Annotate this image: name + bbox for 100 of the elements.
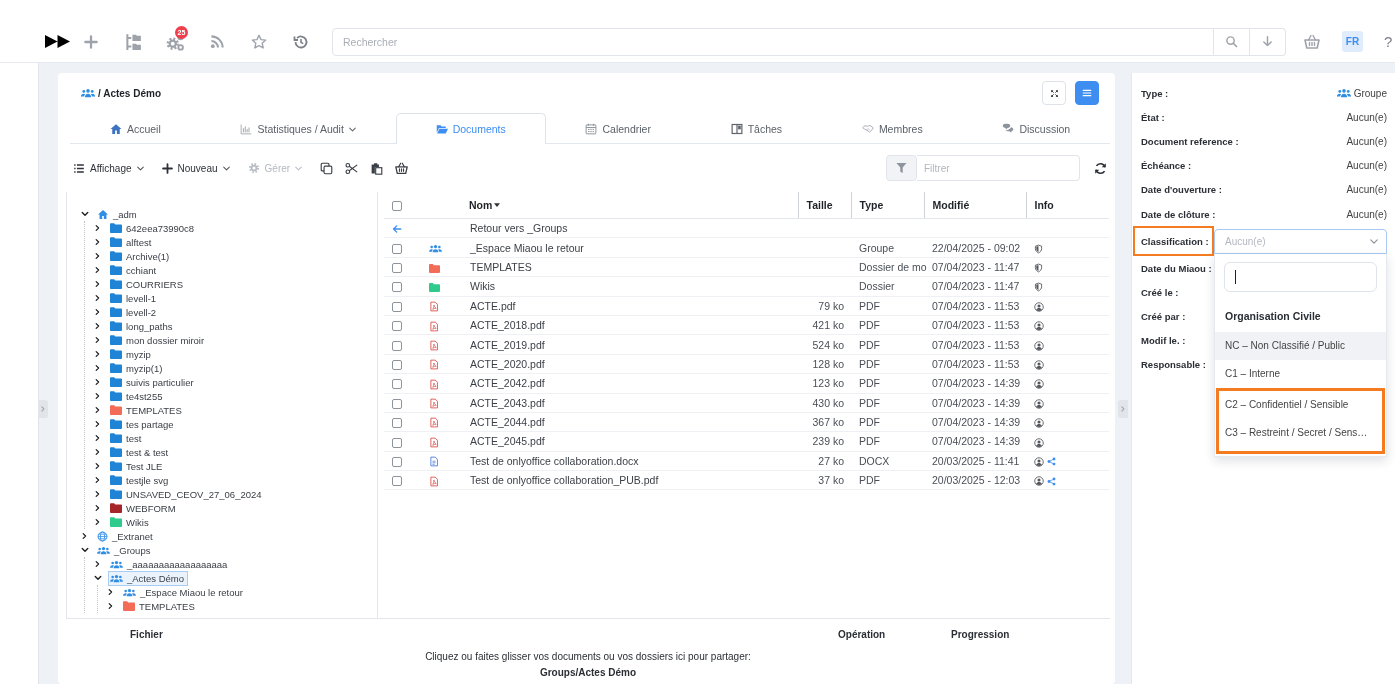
column-header[interactable]: Modifié [932, 199, 970, 211]
tree-item[interactable]: test [108, 430, 146, 446]
tree-item[interactable]: _aaaaaaaaaaaaaaaaaa [108, 556, 232, 572]
copy-button[interactable] [320, 161, 334, 175]
help-button[interactable]: ? [1384, 33, 1393, 50]
tree-item[interactable]: Archive(1) [108, 248, 174, 264]
file-name[interactable]: ACTE_2019.pdf [470, 338, 545, 351]
tree-item[interactable]: _Groups [95, 542, 155, 558]
chevron-right-icon[interactable] [94, 308, 101, 316]
tree-item[interactable]: myzip [108, 346, 155, 362]
fullscreen-button[interactable] [1042, 81, 1066, 105]
file-name[interactable]: Test de onlyoffice collaboration_PUB.pdf [470, 474, 659, 487]
tree-item[interactable]: 642eea73990c8 [108, 220, 199, 236]
checkbox[interactable] [392, 340, 402, 351]
chevron-right-icon[interactable] [94, 518, 101, 526]
checkbox[interactable] [392, 360, 402, 371]
tree-item[interactable]: _adm [95, 206, 141, 222]
chevron-right-icon[interactable] [94, 476, 101, 484]
file-name[interactable]: Test de onlyoffice collaboration.docx [470, 454, 639, 467]
basket-button[interactable] [395, 161, 409, 175]
checkbox[interactable] [392, 201, 402, 212]
collapse-handle[interactable] [1118, 400, 1128, 418]
file-name[interactable]: ACTE_2020.pdf [470, 357, 545, 370]
chevron-right-icon[interactable] [107, 588, 114, 596]
refresh-button[interactable] [1094, 161, 1107, 175]
column-header[interactable]: Type [859, 199, 884, 211]
dropdown-option[interactable]: C2 – Confidentiel / Sensible [1219, 390, 1382, 419]
chevron-right-icon[interactable] [94, 350, 101, 358]
chevron-right-icon[interactable] [94, 462, 101, 470]
chevron-right-icon[interactable] [107, 602, 114, 610]
tree-item[interactable]: long_paths [108, 318, 177, 334]
tab[interactable]: Membres [822, 113, 963, 144]
collapse-handle[interactable] [38, 400, 48, 418]
chevron-right-icon[interactable] [94, 224, 101, 232]
tree-item[interactable]: _Espace Miaou le retour [121, 584, 247, 600]
dropdown-search-field[interactable] [1224, 261, 1377, 292]
chevron-down-icon[interactable] [94, 574, 102, 582]
file-name[interactable]: ACTE_2045.pdf [470, 435, 545, 448]
chevron-right-icon[interactable] [94, 448, 101, 456]
file-name[interactable]: _Espace Miaou le retour [470, 241, 584, 254]
file-name[interactable]: ACTE_2018.pdf [470, 319, 545, 332]
tab[interactable]: Tâches [690, 113, 822, 144]
tree-item[interactable]: TEMPLATES [121, 598, 199, 614]
tree-item[interactable]: Wikis [108, 514, 153, 530]
filter-field[interactable]: Filtrer [917, 155, 1080, 181]
menu-button[interactable] [1075, 81, 1099, 105]
tab[interactable]: Statistiques / Audit [200, 113, 396, 144]
toolbar-menu-button[interactable]: Affichage [73, 162, 144, 174]
chevron-right-icon[interactable] [94, 406, 101, 414]
chevron-right-icon[interactable] [94, 490, 101, 498]
tree-item[interactable]: levell-2 [108, 304, 161, 320]
chevron-right-icon[interactable] [94, 560, 101, 568]
tree-item[interactable]: UNSAVED_CEOV_27_06_2024 [108, 486, 266, 502]
column-header[interactable]: Info [1034, 199, 1054, 211]
chevron-right-icon[interactable] [94, 504, 101, 512]
tree-item[interactable]: _Actes Démo [108, 570, 189, 586]
file-name[interactable]: TEMPLATES [470, 260, 532, 273]
tree-item[interactable]: alftest [108, 234, 156, 250]
chevron-right-icon[interactable] [94, 294, 101, 302]
tree-item[interactable]: myzip(1) [108, 360, 167, 376]
toolbar-menu-button[interactable]: Nouveau [161, 162, 230, 174]
chevron-right-icon[interactable] [94, 336, 101, 344]
column-header[interactable]: Nom [469, 199, 493, 211]
dropdown-option[interactable]: C1 – Interne [1215, 359, 1386, 388]
checkbox[interactable] [392, 321, 402, 332]
chevron-right-icon[interactable] [94, 392, 101, 400]
search-field[interactable]: Rechercher [332, 27, 1214, 56]
chevron-right-icon[interactable] [81, 532, 88, 540]
checkbox[interactable] [392, 476, 402, 487]
file-name[interactable]: ACTE_2043.pdf [470, 396, 545, 409]
checkbox[interactable] [392, 437, 402, 448]
chevron-right-icon[interactable] [94, 364, 101, 372]
tree-item[interactable]: cchiant [108, 262, 161, 278]
chevron-down-icon[interactable] [81, 210, 89, 218]
tree-item[interactable]: testjle svg [108, 472, 173, 488]
tab[interactable]: Documents [395, 113, 546, 144]
tree-item[interactable]: levell-1 [108, 290, 161, 306]
tab[interactable]: Accueil [70, 113, 201, 144]
tab[interactable]: Discussion [962, 113, 1111, 144]
chevron-right-icon[interactable] [94, 280, 101, 288]
tree-item[interactable]: tes partage [108, 416, 178, 432]
file-name[interactable]: Wikis [470, 280, 496, 293]
checkbox[interactable] [392, 398, 402, 409]
dropdown-option[interactable]: C3 – Restreint / Secret / Sens… [1219, 418, 1382, 447]
chevron-right-icon[interactable] [94, 266, 101, 274]
dropdown-option[interactable]: NC – Non Classifié / Public [1215, 331, 1386, 360]
tree-item[interactable]: TEMPLATES [108, 402, 186, 418]
file-name[interactable]: ACTE_2042.pdf [470, 377, 545, 390]
paste-button[interactable] [370, 161, 384, 175]
chevron-right-icon[interactable] [94, 434, 101, 442]
tree-item[interactable]: COURRIERS [108, 276, 187, 292]
back-link[interactable]: Retour vers _Groups [470, 222, 568, 235]
arrow-left-icon[interactable] [392, 224, 402, 235]
tree-item[interactable]: mon dossier miroir [108, 332, 209, 348]
checkbox[interactable] [392, 418, 402, 429]
tree-item[interactable]: suivis particulier [108, 374, 198, 390]
column-header[interactable]: Taille [806, 199, 833, 211]
chevron-right-icon[interactable] [94, 238, 101, 246]
tree-item[interactable]: te4st255 [108, 388, 167, 404]
tree-item[interactable]: test & test [108, 444, 173, 460]
